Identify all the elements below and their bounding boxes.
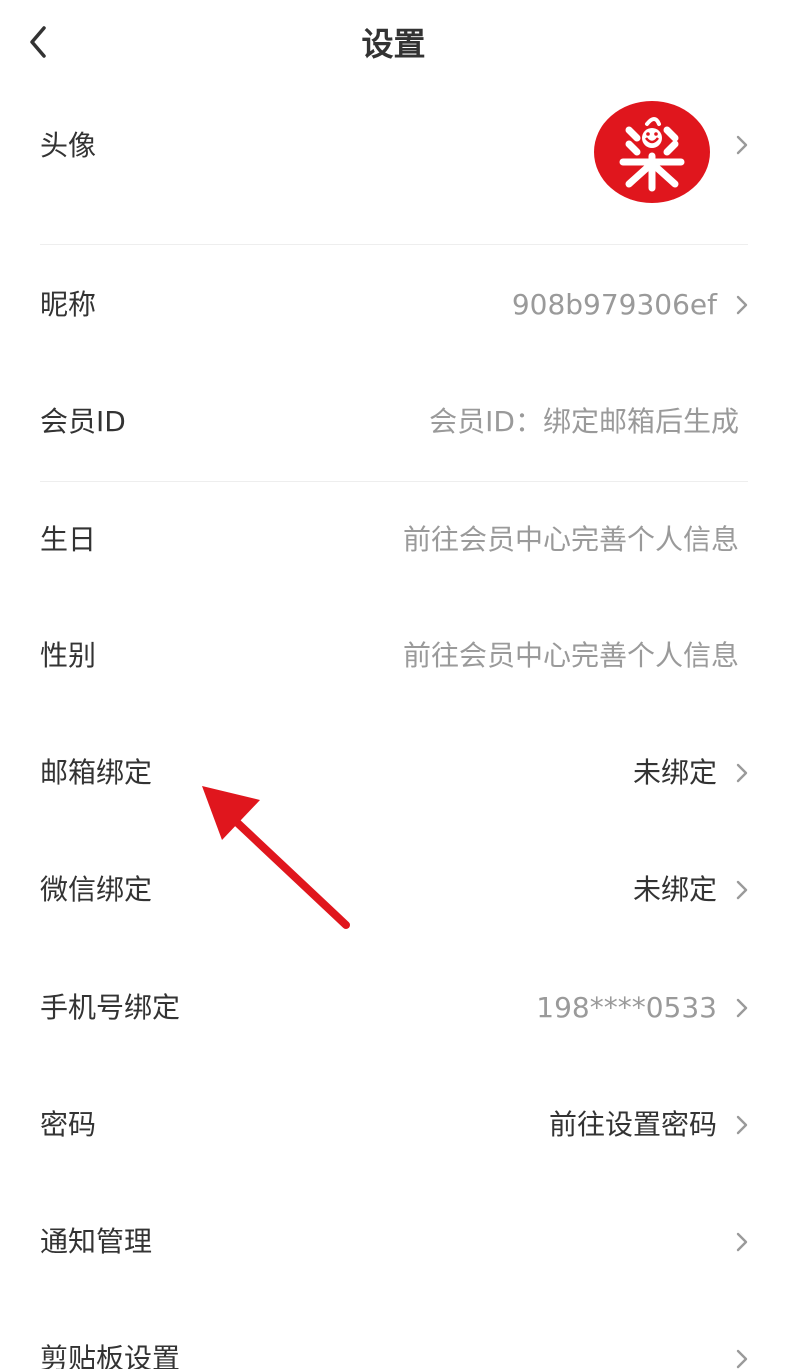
row-email-binding-label: 邮箱绑定 bbox=[40, 756, 153, 789]
row-phone-binding[interactable]: 手机号绑定 198****0533 bbox=[0, 950, 787, 1067]
avatar[interactable] bbox=[593, 100, 711, 204]
chevron-right-icon bbox=[735, 134, 749, 156]
row-wechat-binding-label: 微信绑定 bbox=[40, 873, 153, 906]
row-password[interactable]: 密码 前往设置密码 bbox=[0, 1067, 787, 1184]
row-member-id-label: 会员ID bbox=[40, 405, 126, 438]
row-member-id: 会员ID 会员ID：绑定邮箱后生成 bbox=[0, 363, 787, 481]
row-avatar-label: 头像 bbox=[40, 129, 97, 162]
row-notification-management[interactable]: 通知管理 bbox=[0, 1184, 787, 1301]
row-phone-binding-value: 198****0533 bbox=[536, 991, 717, 1024]
row-gender-label: 性别 bbox=[40, 639, 97, 672]
row-email-binding-value: 未绑定 bbox=[632, 756, 717, 789]
row-member-id-value: 会员ID：绑定邮箱后生成 bbox=[429, 405, 739, 438]
row-nickname-label: 昵称 bbox=[40, 288, 97, 321]
row-birthday-label: 生日 bbox=[40, 523, 97, 556]
row-wechat-binding-value: 未绑定 bbox=[632, 873, 717, 906]
page-title: 设置 bbox=[361, 25, 426, 63]
row-notification-management-label: 通知管理 bbox=[40, 1225, 153, 1258]
row-clipboard-settings-label: 剪贴板设置 bbox=[40, 1342, 181, 1369]
row-password-value: 前往设置密码 bbox=[548, 1108, 717, 1141]
row-gender-value: 前往会员中心完善个人信息 bbox=[402, 639, 739, 672]
chevron-left-icon bbox=[30, 26, 46, 58]
row-birthday-value: 前往会员中心完善个人信息 bbox=[402, 523, 739, 556]
header-bar: 设置 bbox=[0, 0, 787, 90]
chevron-right-icon bbox=[735, 879, 749, 901]
row-birthday[interactable]: 生日 前往会员中心完善个人信息 bbox=[0, 482, 787, 599]
row-clipboard-settings[interactable]: 剪贴板设置 bbox=[0, 1301, 787, 1369]
chevron-right-icon bbox=[735, 997, 749, 1019]
row-nickname-value: 908b979306ef bbox=[511, 288, 717, 321]
row-phone-binding-label: 手机号绑定 bbox=[40, 991, 181, 1024]
row-password-label: 密码 bbox=[40, 1108, 97, 1141]
chevron-right-icon bbox=[735, 1348, 749, 1369]
chevron-right-icon bbox=[735, 1231, 749, 1253]
chevron-right-icon bbox=[735, 762, 749, 784]
row-email-binding[interactable]: 邮箱绑定 未绑定 bbox=[0, 716, 787, 833]
row-wechat-binding[interactable]: 微信绑定 未绑定 bbox=[0, 833, 787, 950]
chevron-right-icon bbox=[735, 1114, 749, 1136]
row-nickname[interactable]: 昵称 908b979306ef bbox=[0, 245, 787, 363]
row-gender[interactable]: 性别 前往会员中心完善个人信息 bbox=[0, 599, 787, 716]
chevron-right-icon bbox=[735, 294, 749, 316]
back-button[interactable] bbox=[14, 18, 62, 66]
rakuten-logo-avatar bbox=[594, 101, 710, 203]
